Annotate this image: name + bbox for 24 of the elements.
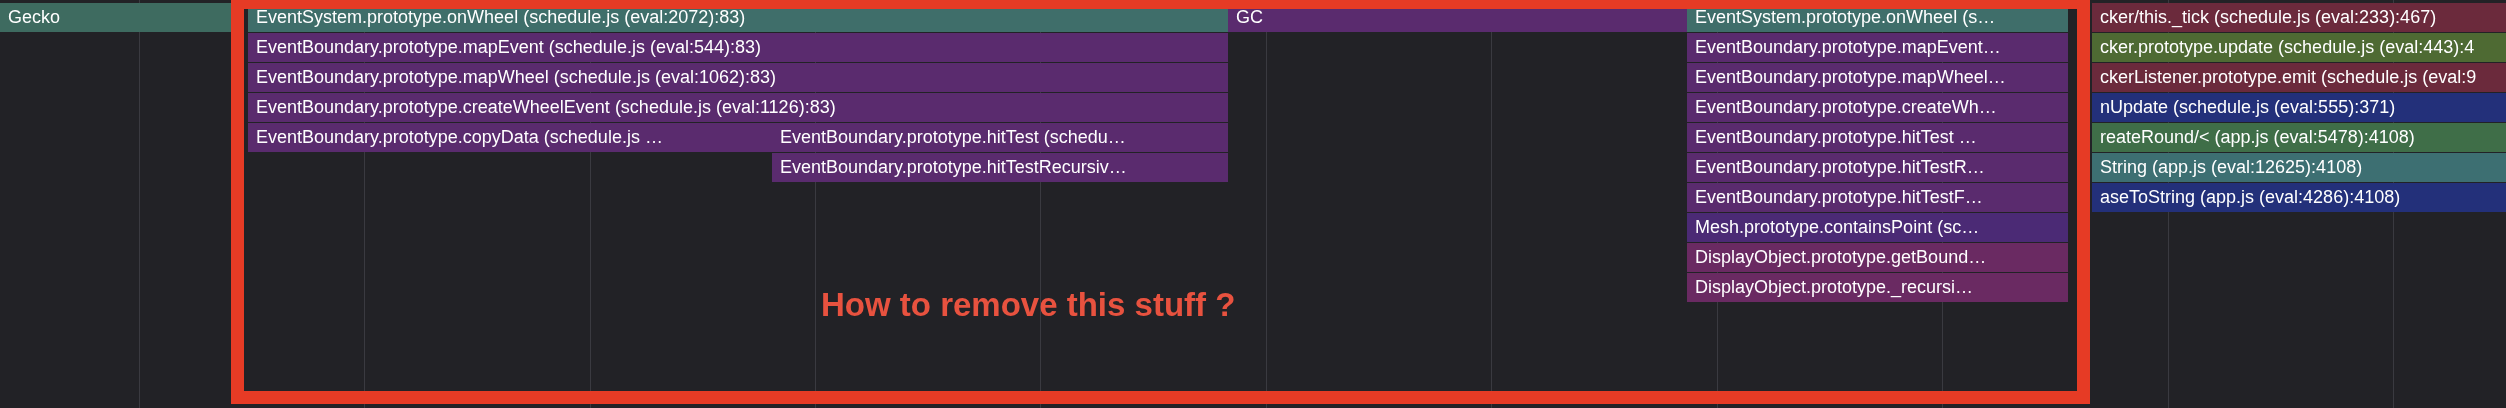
flame-frame[interactable]: DisplayObject.prototype._recursi… [1687, 273, 2068, 302]
flame-frame[interactable]: EventBoundary.prototype.createWh… [1687, 93, 2068, 122]
flame-frame[interactable]: cker/this._tick (schedule.js (eval:233):467) [2092, 3, 2506, 32]
flame-frame[interactable]: Gecko [0, 3, 231, 32]
flame-frame[interactable]: String (app.js (eval:12625):4108) [2092, 153, 2506, 182]
flame-frame[interactable]: EventBoundary.prototype.mapWheel (schedule.js (eval:1062):83) [248, 63, 1228, 92]
flame-frame[interactable]: reateRound/< (app.js (eval:5478):4108) [2092, 123, 2506, 152]
flame-frame[interactable]: EventBoundary.prototype.hitTestRecursiv… [772, 153, 1228, 182]
flame-frame[interactable]: EventBoundary.prototype.hitTest … [1687, 123, 2068, 152]
flame-frame[interactable]: EventBoundary.prototype.createWheelEvent (schedule.js (eval:1126):83) [248, 93, 1228, 122]
flame-frame[interactable]: EventBoundary.prototype.copyData (schedule.js … [248, 123, 772, 152]
flame-frame[interactable]: EventBoundary.prototype.hitTest (schedu… [772, 123, 1228, 152]
flame-frame[interactable]: nUpdate (schedule.js (eval:555):371) [2092, 93, 2506, 122]
flame-frame[interactable]: DisplayObject.prototype.getBound… [1687, 243, 2068, 272]
flame-frame[interactable]: EventBoundary.prototype.mapWheel… [1687, 63, 2068, 92]
flame-frame[interactable]: ckerListener.prototype.emit (schedule.js (eval:9 [2092, 63, 2506, 92]
flame-frame[interactable]: EventBoundary.prototype.mapEvent… [1687, 33, 2068, 62]
annotation-text: How to remove this stuff ? [821, 285, 1236, 325]
flame-frame[interactable]: cker.prototype.update (schedule.js (eval:443):4 [2092, 33, 2506, 62]
flame-frame[interactable]: Mesh.prototype.containsPoint (sc… [1687, 213, 2068, 242]
flame-frame[interactable]: EventBoundary.prototype.hitTestR… [1687, 153, 2068, 182]
flame-frame[interactable]: EventBoundary.prototype.hitTestF… [1687, 183, 2068, 212]
flame-frame[interactable]: EventBoundary.prototype.mapEvent (schedule.js (eval:544):83) [248, 33, 1228, 62]
flame-frame[interactable]: aseToString (app.js (eval:4286):4108) [2092, 183, 2506, 212]
